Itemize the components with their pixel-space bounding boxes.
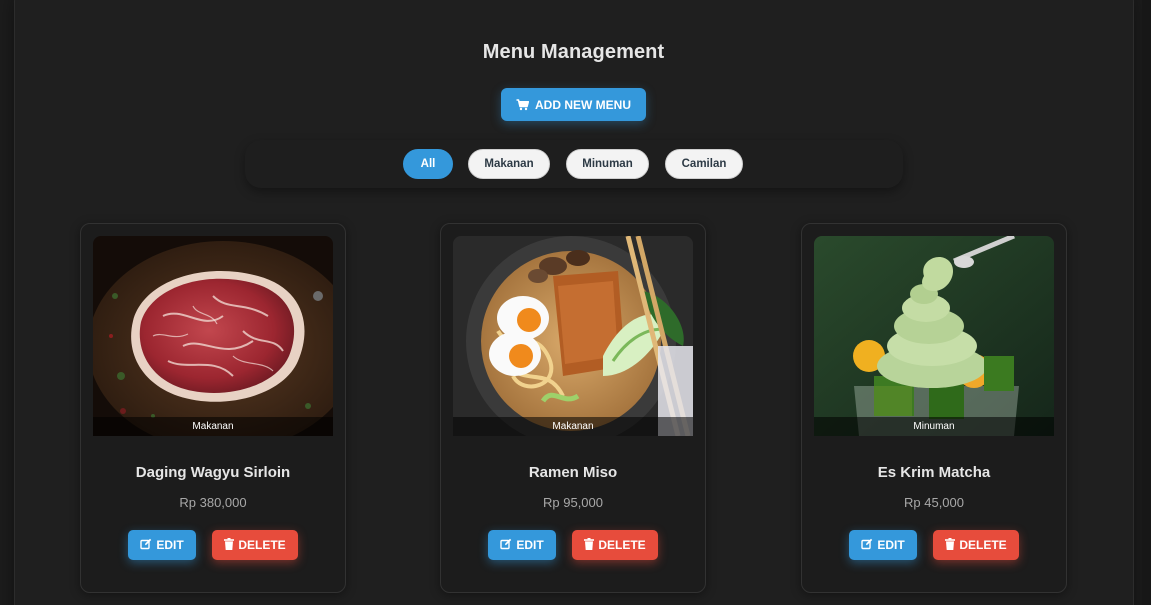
edit-label: EDIT	[516, 538, 544, 552]
category-tag: Makanan	[453, 417, 693, 436]
delete-button[interactable]: DELETE	[933, 530, 1019, 560]
ramen-bowl-image: Makanan	[453, 236, 693, 436]
category-tag: Minuman	[814, 417, 1054, 436]
edit-label: EDIT	[877, 538, 905, 552]
delete-label: DELETE	[238, 538, 286, 552]
edit-button[interactable]: EDIT	[488, 530, 556, 560]
delete-button[interactable]: DELETE	[572, 530, 658, 560]
menu-item-price: Rp 95,000	[543, 495, 603, 510]
edit-icon	[500, 538, 512, 553]
add-new-menu-button[interactable]: ADD NEW MENU	[501, 88, 646, 121]
cart-icon	[516, 98, 529, 111]
page: Menu Management ADD NEW MENU All Makanan…	[0, 0, 1151, 605]
menu-item-price: Rp 45,000	[904, 495, 964, 510]
menu-card: Makanan Daging Wagyu Sirloin Rp 380,000 …	[80, 223, 346, 593]
menu-card: Minuman Es Krim Matcha Rp 45,000 EDIT DE…	[801, 223, 1067, 593]
delete-label: DELETE	[598, 538, 646, 552]
edit-icon	[861, 538, 873, 553]
trash-icon	[224, 537, 235, 553]
category-tag: Makanan	[93, 417, 333, 436]
edit-icon	[140, 538, 152, 553]
edit-button[interactable]: EDIT	[128, 530, 196, 560]
menu-card: Makanan Ramen Miso Rp 95,000 EDIT DELETE	[440, 223, 706, 593]
trash-icon	[584, 537, 595, 553]
filter-all[interactable]: All	[403, 149, 453, 179]
wagyu-steak-image: Makanan	[93, 236, 333, 436]
menu-item-price: Rp 380,000	[179, 495, 247, 510]
filter-makanan[interactable]: Makanan	[468, 149, 550, 179]
delete-label: DELETE	[959, 538, 1007, 552]
filter-minuman[interactable]: Minuman	[566, 149, 649, 179]
delete-button[interactable]: DELETE	[212, 530, 298, 560]
edit-button[interactable]: EDIT	[849, 530, 917, 560]
trash-icon	[945, 537, 956, 553]
matcha-ice-cream-image: Minuman	[814, 236, 1054, 436]
menu-item-name: Ramen Miso	[528, 464, 618, 481]
scrollbar-track[interactable]	[1142, 0, 1151, 605]
menu-item-name: Daging Wagyu Sirloin	[135, 464, 291, 481]
edit-label: EDIT	[156, 538, 184, 552]
page-title: Menu Management	[482, 41, 665, 63]
menu-item-name: Es Krim Matcha	[877, 464, 991, 481]
add-new-menu-label: ADD NEW MENU	[535, 97, 631, 112]
filter-camilan[interactable]: Camilan	[665, 149, 743, 179]
